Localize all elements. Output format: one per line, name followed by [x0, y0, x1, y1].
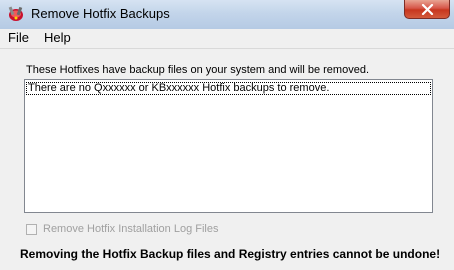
- description-label: These Hotfixes have backup files on your…: [26, 64, 369, 76]
- remove-log-files-checkbox[interactable]: [26, 224, 37, 235]
- window-title: Remove Hotfix Backups: [31, 6, 170, 21]
- menu-help[interactable]: Help: [42, 30, 73, 45]
- remove-log-files-label: Remove Hotfix Installation Log Files: [43, 223, 219, 235]
- close-button[interactable]: [404, 0, 450, 19]
- list-item[interactable]: There are no Qxxxxxx or KBxxxxxx Hotfix …: [26, 82, 431, 95]
- remove-hotfix-backups-window: Remove Hotfix Backups File Help These Ho…: [0, 0, 454, 270]
- title-bar[interactable]: Remove Hotfix Backups: [0, 0, 454, 29]
- hotfix-listbox[interactable]: There are no Qxxxxxx or KBxxxxxx Hotfix …: [24, 79, 433, 213]
- menu-file[interactable]: File: [6, 30, 31, 45]
- warning-text: Removing the Hotfix Backup files and Reg…: [20, 247, 441, 261]
- close-icon: [421, 4, 434, 15]
- client-area: These Hotfixes have backup files on your…: [0, 49, 454, 270]
- menu-bar: File Help: [0, 29, 454, 49]
- hotfix-app-icon: [7, 5, 25, 23]
